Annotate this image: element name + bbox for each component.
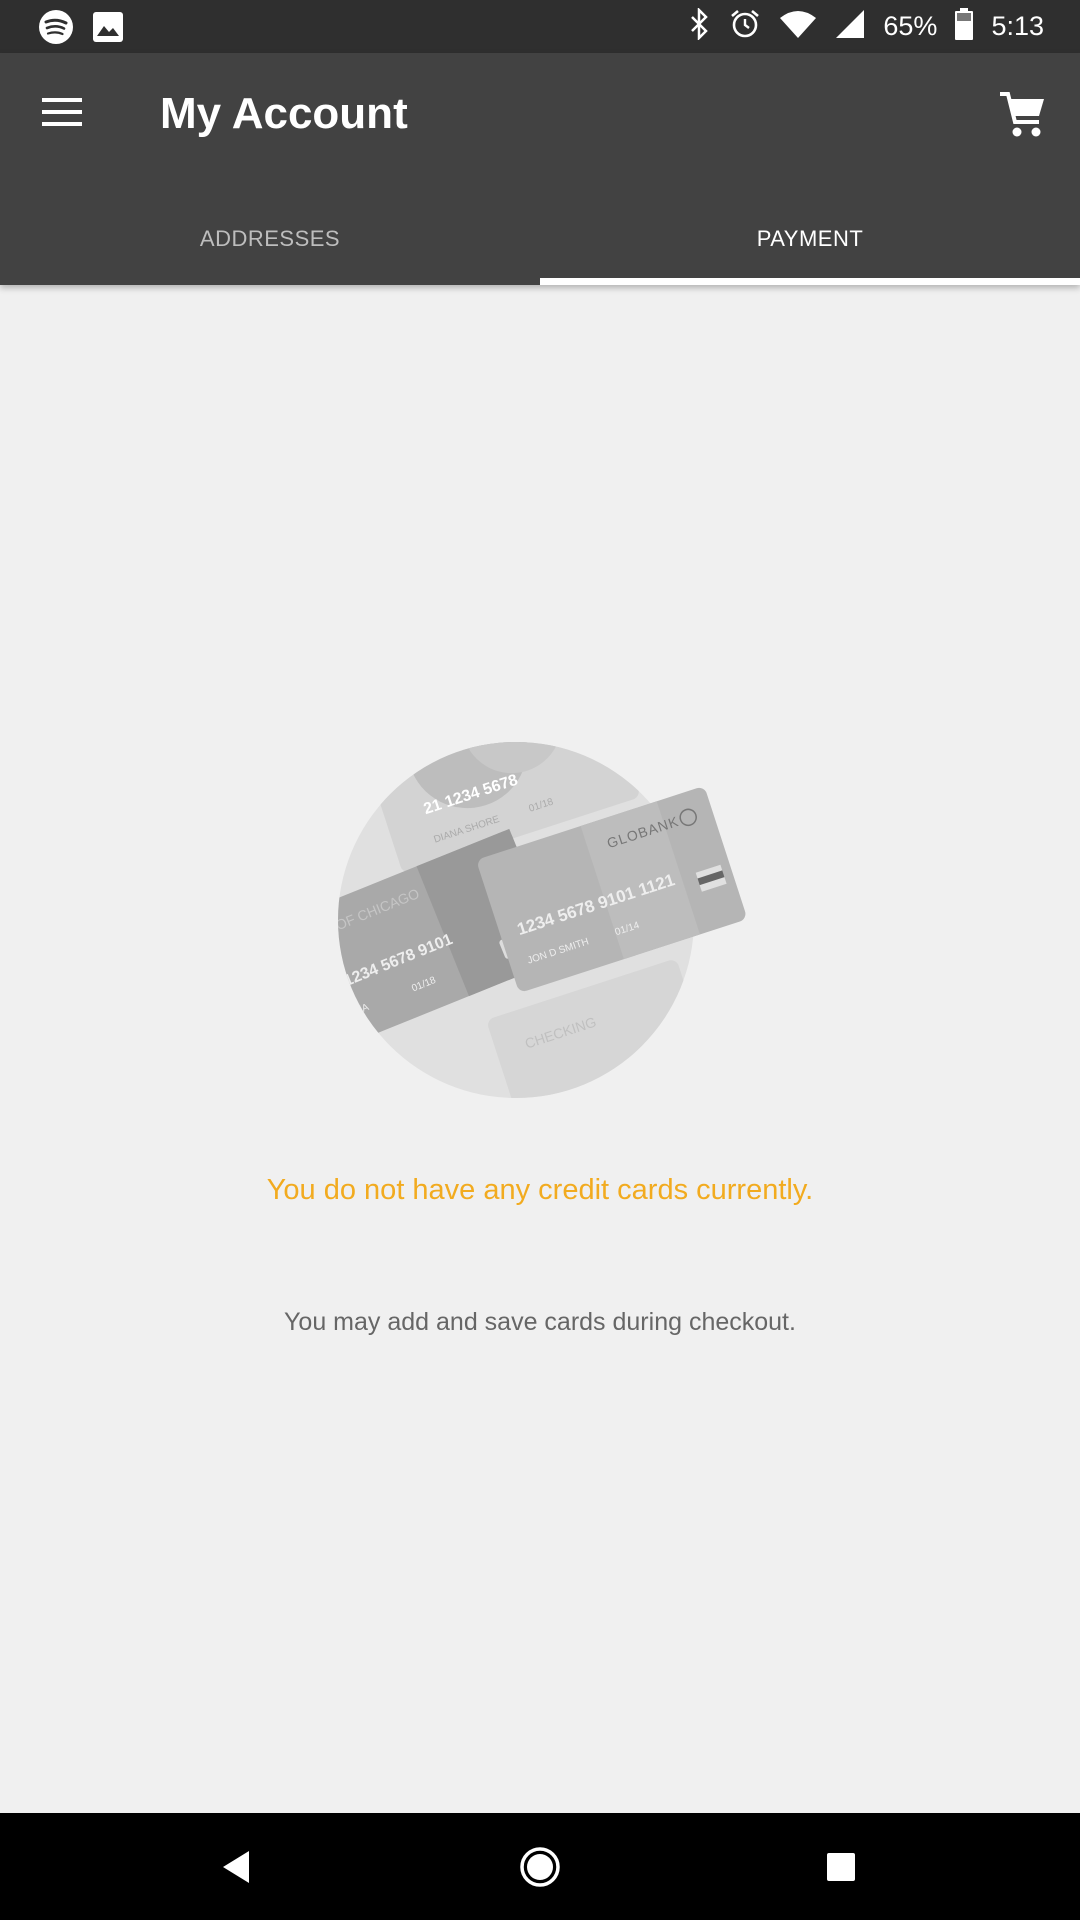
spotify-icon: [38, 9, 74, 50]
credit-cards-illustration: 21 1234 5678 DIANA SHORE 01/18 NK OF CHI…: [336, 740, 746, 1100]
battery-icon: [955, 8, 974, 45]
home-icon[interactable]: [480, 1813, 600, 1920]
tab-payment-label: PAYMENT: [756, 226, 864, 251]
app-bar: My Account ADDRESSES PAYMENT: [0, 53, 1080, 285]
hamburger-menu-icon[interactable]: [40, 95, 86, 129]
navigation-bar: [0, 1813, 1080, 1920]
tab-payment[interactable]: PAYMENT: [540, 193, 1080, 285]
empty-state-title: You do not have any credit cards current…: [266, 1174, 814, 1206]
empty-state-subtitle: You may add and save cards during checko…: [284, 1308, 796, 1336]
recents-icon[interactable]: [781, 1813, 901, 1920]
bluetooth-icon: [689, 6, 711, 45]
wifi-icon: [779, 9, 817, 44]
image-icon: [92, 11, 124, 48]
tab-addresses-label: ADDRESSES: [199, 226, 341, 251]
page-title: My Account: [160, 89, 408, 138]
alarm-icon: [729, 8, 761, 45]
tab-bar: ADDRESSES PAYMENT: [0, 193, 1080, 285]
status-bar: 65% 5:13: [0, 0, 1080, 53]
clock: 5:13: [991, 11, 1044, 41]
tab-addresses[interactable]: ADDRESSES: [0, 193, 540, 285]
back-icon[interactable]: [176, 1813, 296, 1920]
shopping-cart-icon[interactable]: [998, 89, 1048, 139]
active-tab-indicator: [540, 278, 1080, 285]
cell-signal-icon: [835, 9, 865, 44]
battery-percent: 65%: [883, 11, 938, 41]
